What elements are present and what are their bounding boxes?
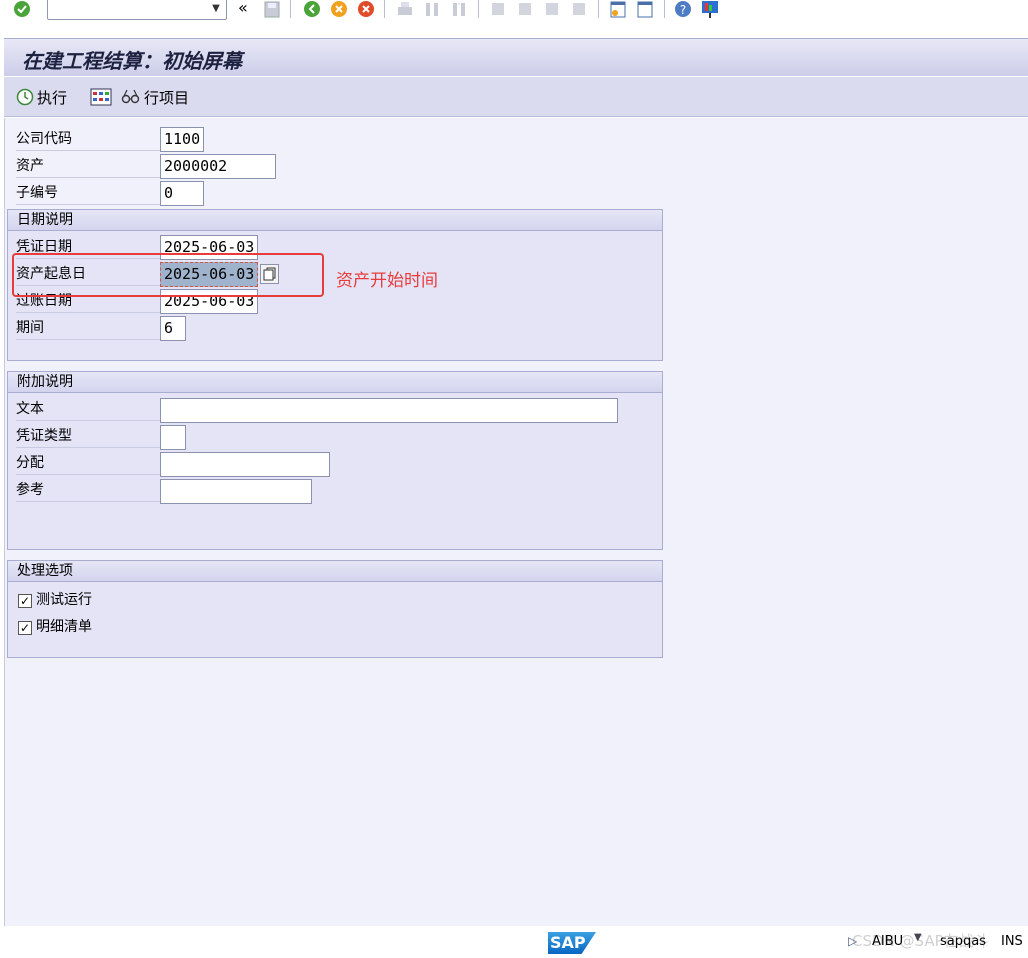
detail-list-label: 明细清单 [36,619,92,635]
reference-input[interactable] [160,479,312,504]
save-icon[interactable] [262,0,282,20]
text-label: 文本 [16,398,160,421]
chevron-down-icon[interactable]: ▼ [208,1,224,17]
annotation-text: 资产开始时间 [336,271,438,291]
customize-layout-icon[interactable] [700,0,720,20]
execute-icon [16,88,34,106]
detail-list-checkbox[interactable]: ✓ [18,621,32,635]
processing-group-title: 处理选项 [8,561,662,582]
previous-page-icon[interactable] [515,0,535,20]
help-icon[interactable]: ? [673,0,693,20]
reference-label: 参考 [16,479,160,502]
sap-logo: SAP [548,932,596,954]
first-page-icon[interactable] [488,0,508,20]
assignment-input[interactable] [160,452,330,477]
line-items-label: 行项目 [144,88,190,107]
command-field[interactable] [47,0,227,20]
server-name: sapqas [940,934,986,949]
highlight-box [12,253,324,297]
subnumber-input[interactable]: 0 [160,181,204,206]
title-bar: 在建工程结算：初始屏幕 [4,38,1028,76]
find-icon[interactable] [422,0,442,20]
new-session-icon[interactable] [608,0,628,20]
execute-button[interactable]: 执行 [16,86,67,108]
exit-icon[interactable] [329,0,349,20]
line-items-button[interactable]: 行项目 [90,86,189,108]
subnumber-label: 子编号 [16,182,160,205]
cancel-icon[interactable] [356,0,376,20]
find-next-icon[interactable] [449,0,469,20]
back-icon[interactable] [302,0,322,20]
last-page-icon[interactable] [569,0,589,20]
glasses-icon [121,89,140,104]
test-run-label: 测试运行 [36,592,92,608]
processing-group: 处理选项 [7,560,663,658]
date-group-title: 日期说明 [8,210,662,231]
play-icon[interactable]: ▷ [848,934,857,948]
period-input[interactable]: 6 [160,316,186,341]
enter-icon[interactable] [12,0,32,20]
assignment-label: 分配 [16,452,160,475]
print-icon[interactable] [395,0,415,20]
test-run-checkbox[interactable]: ✓ [18,594,32,608]
next-page-icon[interactable] [542,0,562,20]
chevron-down-icon[interactable]: ▼ [914,932,922,943]
execute-label: 执行 [37,88,68,107]
company-code-input[interactable]: 1100 [160,127,204,152]
shortcut-icon[interactable] [635,0,655,20]
additional-group-title: 附加说明 [8,372,662,393]
insert-mode: INS [1001,934,1023,949]
asset-label: 资产 [16,155,160,178]
asset-input[interactable]: 2000002 [160,154,276,179]
application-toolbar: 执行 行项目 [4,77,1028,117]
document-type-input[interactable] [160,425,186,450]
period-label: 期间 [16,317,160,340]
text-input[interactable] [160,398,618,423]
transaction-code: AIBU [872,934,904,949]
company-code-label: 公司代码 [16,128,160,151]
line-items-icon [90,88,112,106]
page-title: 在建工程结算：初始屏幕 [22,49,242,73]
document-type-label: 凭证类型 [16,425,160,448]
svg-text:?: ? [680,3,686,17]
status-bar: SAP CSDN @SAP在战斗 ▷ AIBU ▼ sapqas INS [0,926,1028,958]
system-toolbar: ▼ « ? [0,0,1028,24]
collapse-icon[interactable]: « [238,0,248,17]
